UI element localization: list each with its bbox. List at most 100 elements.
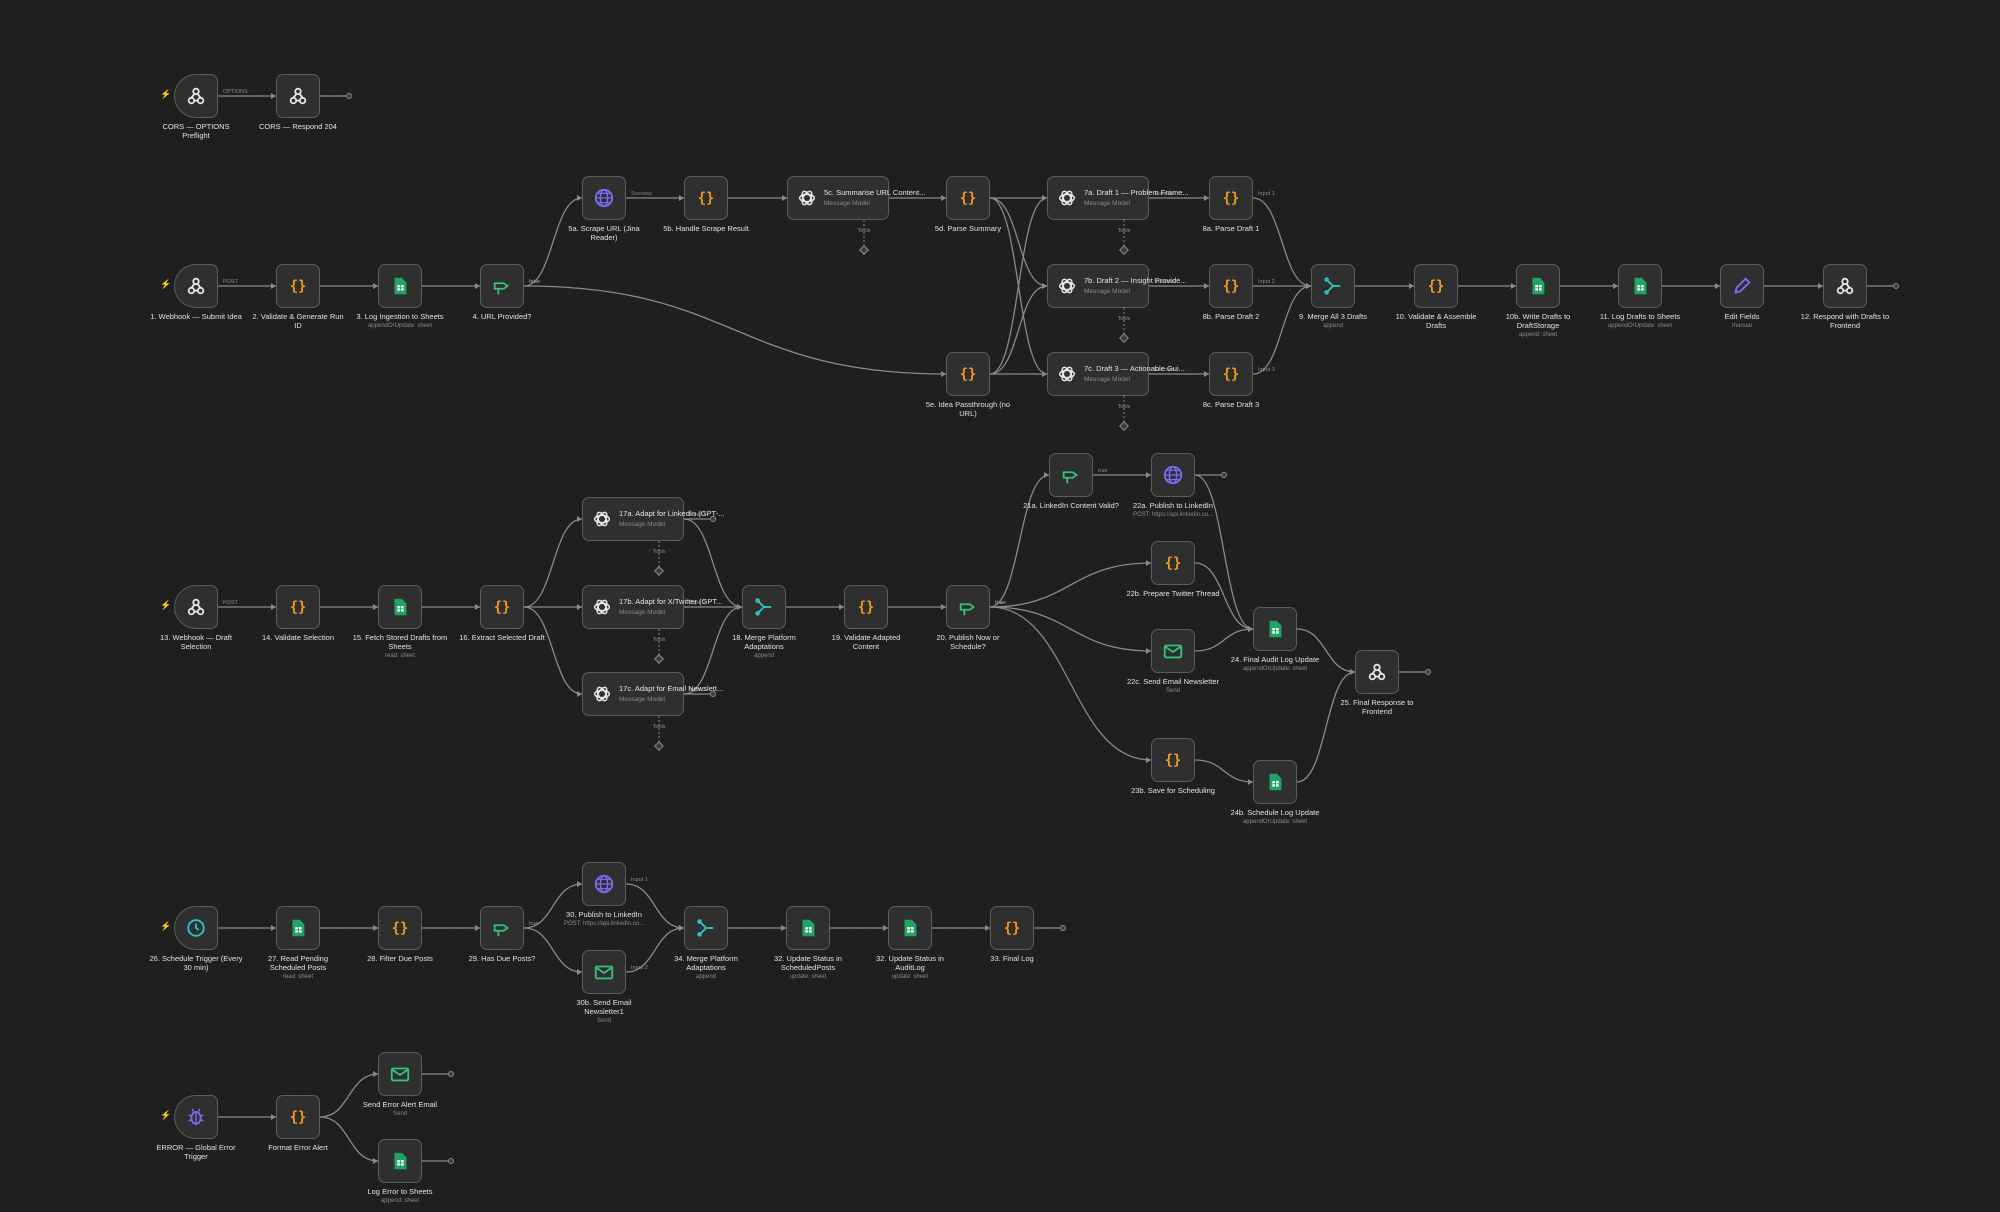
node-cors_204[interactable] — [276, 74, 320, 118]
node-n19[interactable]: {} — [844, 585, 888, 629]
node-n7b[interactable]: 7b. Draft 2 — Insight Provide... Message … — [1047, 264, 1187, 308]
node-n5b[interactable]: {} — [684, 176, 728, 220]
node-n21a[interactable] — [1049, 453, 1093, 497]
connection-line[interactable] — [683, 518, 743, 608]
tools-handle[interactable] — [1119, 421, 1129, 431]
add-node-handle[interactable] — [1893, 283, 1899, 289]
connection-line[interactable] — [523, 606, 583, 695]
connection-line[interactable] — [319, 1116, 379, 1162]
node-n9[interactable] — [1311, 264, 1355, 308]
node-n5e[interactable]: {} — [946, 352, 990, 396]
node-n29[interactable] — [480, 906, 524, 950]
add-node-handle[interactable] — [346, 93, 352, 99]
node-nerr[interactable] — [174, 1095, 218, 1139]
connection-line[interactable] — [989, 562, 1152, 608]
node-n5c[interactable]: 5c. Summarise URL Content... Message Mode… — [787, 176, 925, 220]
node-n7c[interactable]: 7c. Draft 3 — Actionable Gui... Message M… — [1047, 352, 1185, 396]
node-n15[interactable] — [378, 585, 422, 629]
node-subtitle: Message Model — [1084, 288, 1130, 296]
tools-handle[interactable] — [654, 566, 664, 576]
node-title: 28. Filter Due Posts — [367, 954, 433, 963]
tools-handle[interactable] — [859, 245, 869, 255]
node-n18[interactable] — [742, 585, 786, 629]
connection-line[interactable] — [523, 197, 583, 287]
node-n28[interactable]: {} — [378, 906, 422, 950]
node-n17a[interactable]: 17a. Adapt for LinkedIn (GPT-... Message … — [582, 497, 724, 541]
node-n34[interactable] — [684, 906, 728, 950]
svg-text:{}: {} — [960, 191, 977, 207]
node-n33[interactable]: {} — [990, 906, 1034, 950]
node-n8c[interactable]: {} — [1209, 352, 1253, 396]
node-n3[interactable] — [378, 264, 422, 308]
add-node-handle[interactable] — [1425, 669, 1431, 675]
connection-line[interactable] — [1194, 628, 1254, 652]
tools-handle[interactable] — [654, 654, 664, 664]
node-n30b[interactable] — [582, 950, 626, 994]
node-n27[interactable] — [276, 906, 320, 950]
connection-line[interactable] — [989, 285, 1048, 375]
node-title: 8b. Parse Draft 2 — [1202, 312, 1260, 321]
node-nedit[interactable] — [1720, 264, 1764, 308]
node-subtitle: append — [753, 653, 775, 659]
node-n5d[interactable]: {} — [946, 176, 990, 220]
node-n30[interactable] — [582, 862, 626, 906]
node-n20[interactable] — [946, 585, 990, 629]
add-node-handle[interactable] — [1221, 472, 1227, 478]
node-n4[interactable] — [480, 264, 524, 308]
node-inline-text: 17b. Adapt for X/Twitter (GPT... Message … — [619, 597, 722, 616]
node-n17b[interactable]: 17b. Adapt for X/Twitter (GPT... Message … — [582, 585, 722, 629]
add-node-handle[interactable] — [448, 1071, 454, 1077]
node-n2[interactable]: {} — [276, 264, 320, 308]
connection-line[interactable] — [989, 197, 1048, 287]
node-nmail[interactable] — [378, 1052, 422, 1096]
node-n7a[interactable]: 7a. Draft 1 — Problem Frame... Message Mo… — [1047, 176, 1189, 220]
node-n24b[interactable] — [1253, 760, 1297, 804]
svg-text:{}: {} — [290, 600, 307, 616]
connection-line[interactable] — [523, 927, 583, 973]
node-title: 22b. Prepare Twitter Thread — [1126, 589, 1220, 598]
node-nfmt[interactable]: {} — [276, 1095, 320, 1139]
node-n22c[interactable] — [1151, 629, 1195, 673]
connection-line[interactable] — [1194, 759, 1254, 783]
connection-line[interactable] — [523, 285, 947, 375]
node-title: 30b. Send Email Newsletter1 — [576, 998, 632, 1016]
node-n13[interactable] — [174, 585, 218, 629]
connection-line[interactable] — [1296, 671, 1356, 783]
node-n24[interactable] — [1253, 607, 1297, 651]
tools-handle[interactable] — [654, 741, 664, 751]
node-n16[interactable]: {} — [480, 585, 524, 629]
node-n32a[interactable] — [786, 906, 830, 950]
node-n14[interactable]: {} — [276, 585, 320, 629]
node-title: 24b. Schedule Log Update — [1230, 808, 1320, 817]
node-n8b[interactable]: {} — [1209, 264, 1253, 308]
add-node-handle[interactable] — [1060, 925, 1066, 931]
workflow-canvas[interactable]: OPTIONS POST true false Success Success Succes… — [0, 0, 2000, 1212]
connection-line[interactable] — [1252, 197, 1312, 287]
connection-line[interactable] — [1194, 474, 1254, 630]
add-node-handle[interactable] — [448, 1158, 454, 1164]
node-n10b[interactable] — [1516, 264, 1560, 308]
node-n11[interactable] — [1618, 264, 1662, 308]
node-n12[interactable] — [1823, 264, 1867, 308]
connection-line[interactable] — [523, 518, 583, 608]
webhook-icon — [184, 595, 208, 619]
node-n10[interactable]: {} — [1414, 264, 1458, 308]
tools-handle[interactable] — [1119, 245, 1129, 255]
node-n22a[interactable] — [1151, 453, 1195, 497]
node-n32b[interactable] — [888, 906, 932, 950]
node-title: 24. Final Audit Log Update — [1230, 655, 1320, 664]
tools-handle[interactable] — [1119, 333, 1129, 343]
node-n25[interactable] — [1355, 650, 1399, 694]
node-n26[interactable] — [174, 906, 218, 950]
node-n8a[interactable]: {} — [1209, 176, 1253, 220]
node-n1[interactable] — [174, 264, 218, 308]
node-title: Format Error Alert — [268, 1143, 328, 1152]
node-n23b[interactable]: {} — [1151, 738, 1195, 782]
node-label: Send Error Alert Email Send — [352, 1100, 448, 1118]
node-n5a[interactable] — [582, 176, 626, 220]
node-cors_opt[interactable] — [174, 74, 218, 118]
node-nlog[interactable] — [378, 1139, 422, 1183]
node-n17c[interactable]: 17c. Adapt for Email Newslett... Message … — [582, 672, 723, 716]
node-n22b[interactable]: {} — [1151, 541, 1195, 585]
connection-line[interactable] — [989, 474, 1050, 608]
